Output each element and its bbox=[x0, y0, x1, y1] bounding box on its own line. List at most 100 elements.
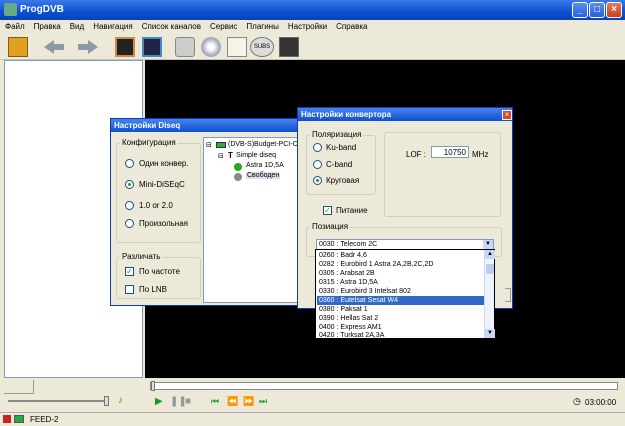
app-icon bbox=[4, 3, 17, 16]
list-item[interactable]: 0282 : Eurobird 1 Astra 2A,2B,2C,2D bbox=[317, 260, 492, 269]
menu-navigation[interactable]: Навигация bbox=[88, 20, 137, 31]
forward-arrow-icon[interactable] bbox=[76, 37, 100, 57]
tv-monitor-icon[interactable] bbox=[115, 37, 135, 57]
polarization-label: Поляризация bbox=[310, 130, 364, 139]
fast-forward-icon[interactable]: ⏩ bbox=[243, 396, 254, 407]
toolbar: SUBS bbox=[0, 34, 625, 60]
time-display: 03:00:00 bbox=[585, 398, 617, 407]
minimize-button[interactable]: _ bbox=[572, 2, 588, 18]
radio-custom[interactable] bbox=[125, 219, 134, 228]
radio-single-conv[interactable] bbox=[125, 159, 134, 168]
seek-bar[interactable] bbox=[150, 381, 618, 391]
close-button[interactable]: × bbox=[606, 2, 622, 18]
scroll-down-icon[interactable]: ▼ bbox=[485, 329, 495, 338]
switch-icon: T bbox=[228, 151, 233, 160]
radio-c-band-label: C-band bbox=[326, 160, 353, 169]
list-item[interactable]: 0315 : Astra 1D,5A bbox=[317, 278, 492, 287]
open-folder-icon[interactable] bbox=[8, 37, 28, 57]
list-item[interactable]: 0390 : Hellas Sat 2 bbox=[317, 314, 492, 323]
list-item[interactable]: 0420 : Turksat 2A,3A bbox=[317, 331, 492, 339]
radio-circular[interactable] bbox=[313, 176, 322, 185]
record-status-icon bbox=[3, 415, 11, 423]
feed-label: FEED-2 bbox=[30, 415, 59, 424]
power-checkbox[interactable]: ✓ bbox=[323, 206, 332, 215]
radio-mini-diseqc[interactable] bbox=[125, 180, 134, 189]
menu-channel-list[interactable]: Список каналов bbox=[137, 20, 205, 31]
radio-circular-label: Круговая bbox=[326, 176, 360, 185]
chevron-down-icon[interactable]: ▼ bbox=[483, 240, 493, 249]
radio-diseqc-1-2-label: 1.0 or 2.0 bbox=[139, 201, 173, 210]
tree-root-label[interactable]: (DVB-S)Budget-PCI-C bbox=[228, 141, 298, 148]
list-item[interactable]: 0305 : Arabsat 2B bbox=[317, 269, 492, 278]
radio-ku-band[interactable] bbox=[313, 143, 322, 152]
skip-end-icon[interactable]: ⏭ bbox=[259, 396, 267, 407]
by-lnb-label: По LNB bbox=[139, 285, 167, 294]
subtitles-icon[interactable]: SUBS bbox=[250, 37, 274, 57]
converter-dialog-title: Настройки конвертора bbox=[298, 108, 512, 121]
by-frequency-checkbox[interactable]: ✓ bbox=[125, 267, 134, 276]
tree-sat1-label[interactable]: Astra 1D,5A bbox=[246, 162, 284, 169]
lof-group bbox=[384, 132, 501, 217]
menu-file[interactable]: Файл bbox=[0, 20, 29, 31]
document-icon[interactable] bbox=[227, 37, 247, 57]
menu-view[interactable]: Вид bbox=[65, 20, 88, 31]
diseq-tree[interactable]: ⊟ (DVB-S)Budget-PCI-C ⊟ T Simple diseq A… bbox=[203, 137, 309, 303]
radio-mini-diseqc-label: Mini-DiSEqC bbox=[139, 180, 185, 189]
skip-start-icon[interactable]: ⏮ bbox=[211, 396, 219, 407]
radio-c-band[interactable] bbox=[313, 160, 322, 169]
diseq-dialog-title: Настройки Diseq bbox=[111, 119, 309, 132]
list-scrollbar[interactable]: ▲ ▼ bbox=[484, 250, 495, 338]
radio-custom-label: Произольная bbox=[139, 219, 189, 228]
sat-free-icon bbox=[234, 173, 242, 181]
position-select-value: 0030 : Telecom 2C bbox=[319, 241, 378, 248]
teletext-icon[interactable] bbox=[279, 37, 299, 57]
diseq-dialog: Настройки Diseq Конфигурация Один конвер… bbox=[110, 118, 310, 306]
lof-input[interactable]: 10750 bbox=[431, 146, 469, 158]
list-item-selected[interactable]: 0360 : Eutelsat Sesat W4 bbox=[317, 296, 492, 305]
by-frequency-label: По частоте bbox=[139, 267, 180, 276]
radio-diseqc-1-2[interactable] bbox=[125, 201, 134, 210]
scroll-thumb[interactable] bbox=[486, 264, 494, 274]
menu-help[interactable]: Справка bbox=[331, 20, 371, 31]
bottom-left-panel: ♪ bbox=[4, 378, 143, 412]
by-lnb-checkbox[interactable] bbox=[125, 285, 134, 294]
lof-unit: MHz bbox=[472, 150, 489, 159]
clock-icon: ◷ bbox=[573, 396, 581, 406]
scroll-up-icon[interactable]: ▲ bbox=[485, 250, 495, 259]
converter-close-button[interactable]: × bbox=[502, 110, 512, 120]
play-icon[interactable]: ▶ bbox=[155, 396, 163, 407]
monitor-icon[interactable] bbox=[142, 37, 162, 57]
list-item[interactable]: 0260 : Badr 4,6 bbox=[317, 251, 492, 260]
back-arrow-icon[interactable] bbox=[42, 37, 66, 57]
menu-service[interactable]: Сервис bbox=[205, 20, 241, 31]
seek-handle[interactable] bbox=[151, 381, 155, 391]
list-item[interactable]: 0380 : Paksat 1 bbox=[317, 305, 492, 314]
volume-slider[interactable] bbox=[8, 400, 108, 402]
rewind-icon[interactable]: ⏪ bbox=[227, 396, 238, 407]
config-group bbox=[116, 143, 201, 243]
window-title: ProgDVB bbox=[20, 4, 64, 15]
position-dropdown-list[interactable]: 0260 : Badr 4,6 0282 : Eurobird 1 Astra … bbox=[315, 249, 495, 339]
radio-single-conv-label: Один конвер. bbox=[139, 159, 189, 168]
maximize-button[interactable]: □ bbox=[589, 2, 605, 18]
tuner-card-icon bbox=[216, 142, 226, 148]
menu-plugins[interactable]: Плагины bbox=[241, 20, 282, 31]
distinguish-group-label: Различать bbox=[120, 252, 163, 261]
menu-bar: Файл Правка Вид Навигация Список каналов Серв… bbox=[0, 20, 625, 34]
list-item[interactable]: 0330 : Eurobird 3 Intelsat 802 bbox=[317, 287, 492, 296]
config-group-label: Конфигурация bbox=[120, 138, 178, 147]
volume-slider-handle[interactable] bbox=[104, 396, 109, 406]
lof-label: LOF : bbox=[406, 150, 427, 159]
record-disc-icon[interactable] bbox=[201, 37, 221, 57]
tree-child-label[interactable]: Simple diseq bbox=[236, 152, 276, 159]
title-bar: ProgDVB _ □ × bbox=[0, 0, 625, 20]
menu-edit[interactable]: Правка bbox=[29, 20, 65, 31]
volume-icon[interactable]: ♪ bbox=[118, 395, 123, 406]
menu-settings[interactable]: Настройки bbox=[283, 20, 331, 31]
position-label: Позиация bbox=[310, 222, 351, 231]
settings-dish-icon[interactable] bbox=[175, 37, 195, 57]
sat-active-icon bbox=[234, 163, 242, 171]
tree-sat2-label[interactable]: Свободен bbox=[246, 172, 281, 179]
power-label: Питание bbox=[336, 206, 368, 215]
stop-icon[interactable]: ■ bbox=[185, 396, 191, 407]
